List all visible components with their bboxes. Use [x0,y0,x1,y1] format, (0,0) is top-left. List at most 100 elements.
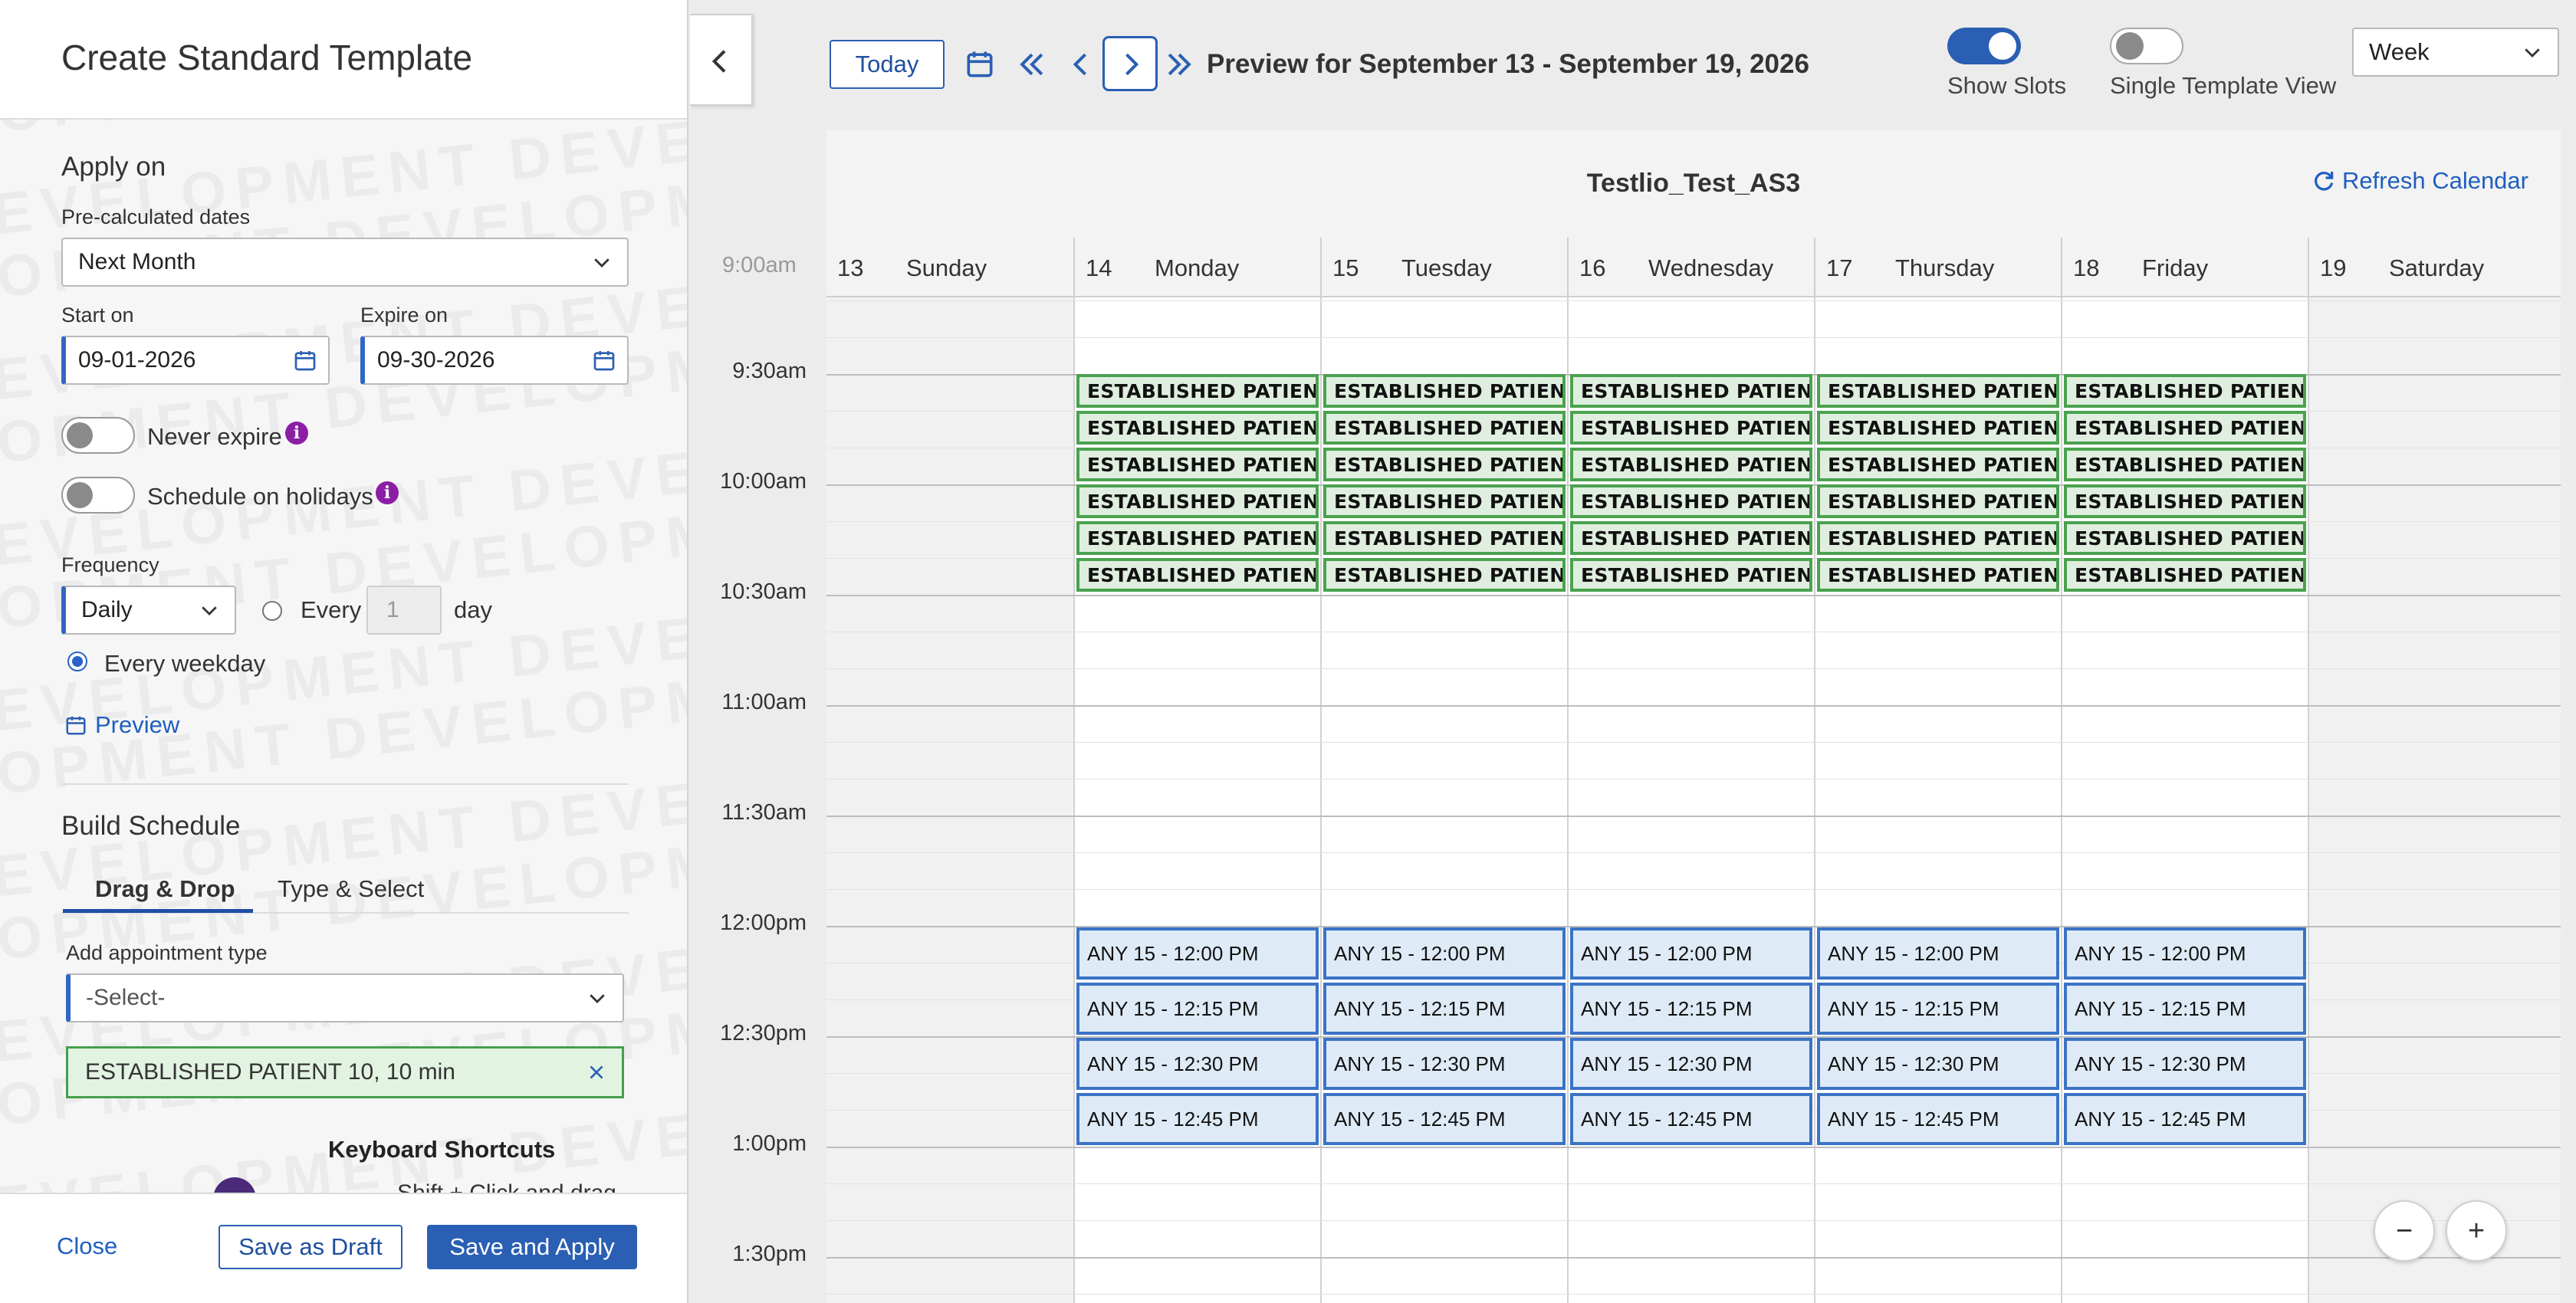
single-template-view-toggle[interactable] [2110,28,2183,64]
frequency-select[interactable]: Daily [61,586,236,635]
established-patient-slot[interactable]: ESTABLISHED PATIEN… [1570,411,1812,445]
any-15-slot[interactable]: ANY 15 - 12:30 PM [1323,1038,1566,1090]
slot-line [826,668,2561,669]
any-15-slot[interactable]: ANY 15 - 12:00 PM [1076,927,1319,980]
panel-header: Create Standard Template [0,0,687,120]
tab-drag-drop[interactable]: Drag & Drop [95,875,235,903]
every-n-days-input[interactable]: 1 [366,586,442,635]
day-header-monday: 14 Monday [1073,238,1320,297]
calendar-icon[interactable] [293,348,317,373]
established-patient-slot[interactable]: ESTABLISHED PATIEN… [1570,484,1812,518]
refresh-calendar-link[interactable]: Refresh Calendar [2312,167,2528,195]
appointment-type-select[interactable]: -Select- [66,973,624,1022]
established-patient-slot[interactable]: ESTABLISHED PATIEN… [2064,411,2306,445]
established-patient-slot[interactable]: ESTABLISHED PATIEN… [1076,521,1319,555]
time-grid[interactable]: ESTABLISHED PATIEN… ESTABLISHED PATIEN… ES… [826,297,2561,1303]
every-n-days-radio[interactable] [262,601,282,621]
established-patient-slot[interactable]: ESTABLISHED PATIEN… [1570,521,1812,555]
any-15-slot[interactable]: ANY 15 - 12:15 PM [1323,983,1566,1035]
double-chevron-left-icon[interactable] [1015,48,1049,81]
any-15-slot[interactable]: ANY 15 - 12:30 PM [1570,1038,1812,1090]
collapse-panel-button[interactable] [690,14,753,106]
tab-type-select[interactable]: Type & Select [278,875,424,903]
today-button[interactable]: Today [830,40,945,89]
established-patient-slot[interactable]: ESTABLISHED PATIEN… [1076,558,1319,592]
established-patient-slot[interactable]: ESTABLISHED PATIEN… [2064,558,2306,592]
appointment-type-placeholder: -Select- [86,985,166,1010]
established-patient-slot[interactable]: ESTABLISHED PATIEN… [2064,484,2306,518]
panel-footer: Close Save as Draft Save and Apply [0,1193,687,1303]
established-patient-slot[interactable]: ESTABLISHED PATIEN… [1323,558,1566,592]
any-15-slot[interactable]: ANY 15 - 12:15 PM [2064,983,2306,1035]
zoom-out-button[interactable]: − [2374,1200,2435,1262]
established-patient-slot[interactable]: ESTABLISHED PATIEN… [1570,374,1812,408]
established-patient-slot[interactable]: ESTABLISHED PATIEN… [1817,374,2059,408]
selected-appointment-type[interactable]: ESTABLISHED PATIENT 10, 10 min [66,1046,624,1098]
any-15-slot[interactable]: ANY 15 - 12:15 PM [1817,983,2059,1035]
any-15-slot[interactable]: ANY 15 - 12:15 PM [1076,983,1319,1035]
established-patient-slot[interactable]: ESTABLISHED PATIEN… [1817,411,2059,445]
day-name: Thursday [1895,254,1995,281]
watermark-row: DEVELOPMENT DEVELOPMENT DEVELOPMENT [0,120,687,254]
any-15-slot[interactable]: ANY 15 - 12:00 PM [1570,927,1812,980]
established-patient-slot[interactable]: ESTABLISHED PATIEN… [1076,411,1319,445]
established-patient-slot[interactable]: ESTABLISHED PATIEN… [1817,521,2059,555]
expire-date-input[interactable]: 09-30-2026 [360,336,629,385]
established-patient-slot[interactable]: ESTABLISHED PATIEN… [1817,558,2059,592]
established-patient-slot[interactable]: ESTABLISHED PATIEN… [1323,448,1566,481]
view-select[interactable]: Week [2352,28,2559,77]
established-patient-slot[interactable]: ESTABLISHED PATIEN… [1323,521,1566,555]
zoom-in-button[interactable]: + [2446,1200,2507,1262]
save-and-apply-button[interactable]: Save and Apply [427,1225,637,1269]
save-as-draft-button[interactable]: Save as Draft [219,1225,402,1269]
start-date-input[interactable]: 09-01-2026 [61,336,330,385]
double-chevron-right-icon[interactable] [1162,48,1196,81]
established-patient-slot[interactable]: ESTABLISHED PATIEN… [2064,448,2306,481]
preview-link[interactable]: Preview [64,711,179,739]
established-patient-slot[interactable]: ESTABLISHED PATIEN… [1323,484,1566,518]
established-patient-slot[interactable]: ESTABLISHED PATIEN… [1323,374,1566,408]
established-patient-slot[interactable]: ESTABLISHED PATIEN… [1076,448,1319,481]
any-15-slot[interactable]: ANY 15 - 12:30 PM [1076,1038,1319,1090]
established-patient-slot[interactable]: ESTABLISHED PATIEN… [2064,521,2306,555]
any-15-slot[interactable]: ANY 15 - 12:00 PM [1323,927,1566,980]
show-slots-toggle[interactable] [1947,28,2021,64]
precalc-dates-select[interactable]: Next Month [61,238,629,287]
close-button[interactable]: Close [57,1232,117,1260]
any-15-slot[interactable]: ANY 15 - 12:30 PM [2064,1038,2306,1090]
any-15-slot[interactable]: ANY 15 - 12:15 PM [1570,983,1812,1035]
any-15-slot[interactable]: ANY 15 - 12:45 PM [1817,1093,2059,1145]
every-weekday-radio[interactable] [67,652,87,671]
any-15-slot[interactable]: ANY 15 - 12:00 PM [2064,927,2306,980]
established-patient-slot[interactable]: ESTABLISHED PATIEN… [1076,374,1319,408]
day-number: 15 [1332,254,1359,281]
established-patient-slot[interactable]: ESTABLISHED PATIEN… [1570,558,1812,592]
any-15-slot[interactable]: ANY 15 - 12:45 PM [1323,1093,1566,1145]
established-patient-slot[interactable]: ESTABLISHED PATIEN… [2064,374,2306,408]
established-patient-slot[interactable]: ESTABLISHED PATIEN… [1817,448,2059,481]
any-15-slot[interactable]: ANY 15 - 12:45 PM [2064,1093,2306,1145]
chevron-left-icon [711,50,726,73]
info-icon[interactable]: i [376,481,399,504]
established-patient-slot[interactable]: ESTABLISHED PATIEN… [1323,411,1566,445]
never-expire-toggle[interactable] [61,417,135,454]
established-patient-slot[interactable]: ESTABLISHED PATIEN… [1817,484,2059,518]
chevron-left-icon[interactable] [1064,48,1098,81]
start-date-value: 09-01-2026 [78,347,196,373]
info-icon[interactable]: i [285,422,308,445]
time-label: 11:30am [721,800,807,825]
time-label: 9:30am [732,359,807,383]
calendar-icon[interactable] [592,348,616,373]
expire-date-value: 09-30-2026 [377,347,495,373]
established-patient-slot[interactable]: ESTABLISHED PATIEN… [1076,484,1319,518]
any-15-slot[interactable]: ANY 15 - 12:45 PM [1076,1093,1319,1145]
close-icon[interactable] [586,1062,606,1082]
half-hour-line [826,705,2561,707]
any-15-slot[interactable]: ANY 15 - 12:00 PM [1817,927,2059,980]
any-15-slot[interactable]: ANY 15 - 12:45 PM [1570,1093,1812,1145]
established-patient-slot[interactable]: ESTABLISHED PATIEN… [1570,448,1812,481]
any-15-slot[interactable]: ANY 15 - 12:30 PM [1817,1038,2059,1090]
schedule-holidays-toggle[interactable] [61,477,135,514]
calendar-icon[interactable] [963,48,997,81]
next-week-button[interactable] [1102,36,1158,91]
